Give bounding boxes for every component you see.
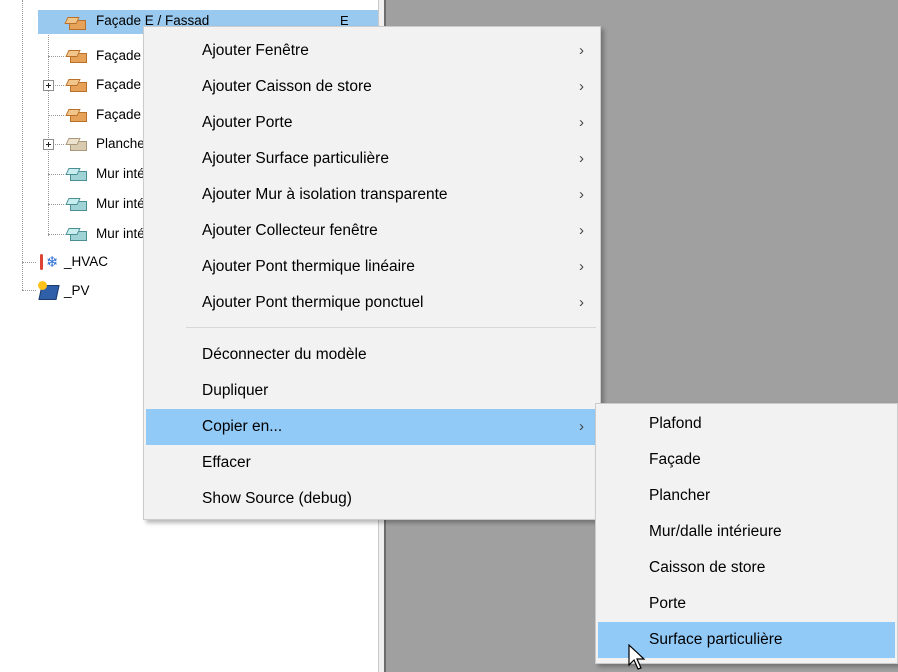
menu-item-label: Ajouter Fenêtre xyxy=(202,42,309,59)
tree-connector xyxy=(22,0,23,290)
tree-node-label: Façade xyxy=(96,107,142,122)
menu-item-add-linear-thermal-bridge[interactable]: Ajouter Pont thermique linéaire › xyxy=(146,249,598,285)
submenu-item-door[interactable]: Porte xyxy=(598,586,895,622)
menu-item-add-point-thermal-bridge[interactable]: Ajouter Pont thermique ponctuel › xyxy=(146,285,598,321)
chevron-right-icon: › xyxy=(579,418,584,435)
menu-item-label: Ajouter Pont thermique linéaire xyxy=(202,258,415,275)
tree-connector xyxy=(48,204,64,205)
menu-item-disconnect[interactable]: Déconnecter du modèle xyxy=(146,337,598,373)
wall-box-icon xyxy=(67,167,87,181)
submenu-item-label: Mur/dalle intérieure xyxy=(649,523,782,540)
chevron-right-icon: › xyxy=(579,150,584,167)
menu-item-label: Ajouter Caisson de store xyxy=(202,78,372,95)
menu-item-add-window-collector[interactable]: Ajouter Collecteur fenêtre › xyxy=(146,213,598,249)
floor-box-icon xyxy=(67,137,87,151)
mouse-pointer-icon xyxy=(628,644,646,670)
wall-box-icon xyxy=(67,197,87,211)
tree-node-label: Plancher xyxy=(96,136,150,151)
expand-icon[interactable] xyxy=(43,80,54,91)
submenu-item-facade[interactable]: Façade xyxy=(598,442,895,478)
submenu-item-ceiling[interactable]: Plafond xyxy=(598,406,895,442)
menu-item-delete[interactable]: Effacer xyxy=(146,445,598,481)
tree-connector xyxy=(48,115,64,116)
tree-connector xyxy=(48,234,64,235)
menu-item-label: Effacer xyxy=(202,454,251,471)
facade-box-icon xyxy=(67,49,87,63)
menu-item-label: Ajouter Pont thermique ponctuel xyxy=(202,294,424,311)
menu-item-add-door[interactable]: Ajouter Porte › xyxy=(146,105,598,141)
menu-item-copy-as[interactable]: Copier en... › xyxy=(146,409,598,445)
chevron-right-icon: › xyxy=(579,186,584,203)
expand-icon[interactable] xyxy=(43,139,54,150)
menu-item-add-special-surface[interactable]: Ajouter Surface particulière › xyxy=(146,141,598,177)
tree-node-label: Façade xyxy=(96,48,142,63)
chevron-right-icon: › xyxy=(579,222,584,239)
tree-connector xyxy=(22,262,36,263)
tree-node-label: _HVAC xyxy=(64,254,109,269)
tree-connector xyxy=(48,56,64,57)
submenu-item-floor[interactable]: Plancher xyxy=(598,478,895,514)
menu-item-label: Ajouter Collecteur fenêtre xyxy=(202,222,378,239)
tree-connector xyxy=(22,290,36,291)
chevron-right-icon: › xyxy=(579,42,584,59)
chevron-right-icon: › xyxy=(579,294,584,311)
menu-item-duplicate[interactable]: Dupliquer xyxy=(146,373,598,409)
wall-box-icon xyxy=(67,227,87,241)
menu-separator xyxy=(186,327,596,328)
facade-box-icon xyxy=(67,108,87,122)
submenu-item-label: Surface particulière xyxy=(649,631,783,648)
menu-item-show-source[interactable]: Show Source (debug) xyxy=(146,481,598,517)
submenu-item-label: Plancher xyxy=(649,487,711,504)
copy-as-submenu: Plafond Façade Plancher Mur/dalle intéri… xyxy=(595,403,898,664)
menu-item-label: Ajouter Surface particulière xyxy=(202,150,389,167)
tree-node-label: _PV xyxy=(64,283,90,298)
chevron-right-icon: › xyxy=(579,78,584,95)
menu-item-add-transparent-insulation-wall[interactable]: Ajouter Mur à isolation transparente › xyxy=(146,177,598,213)
menu-item-label: Déconnecter du modèle xyxy=(202,346,367,363)
chevron-right-icon: › xyxy=(579,114,584,131)
facade-box-icon xyxy=(66,16,86,30)
menu-item-label: Dupliquer xyxy=(202,382,269,399)
menu-item-label: Ajouter Mur à isolation transparente xyxy=(202,186,448,203)
hvac-icon: ❄ xyxy=(38,252,60,274)
submenu-item-label: Porte xyxy=(649,595,687,612)
context-menu: Ajouter Fenêtre › Ajouter Caisson de stor… xyxy=(143,26,601,520)
solar-panel-icon xyxy=(38,281,60,301)
menu-item-add-window[interactable]: Ajouter Fenêtre › xyxy=(146,33,598,69)
tree-node-label: Façade xyxy=(96,77,142,92)
menu-item-label: Copier en... xyxy=(202,418,283,435)
menu-item-label: Ajouter Porte xyxy=(202,114,293,131)
submenu-item-interior-wall[interactable]: Mur/dalle intérieure xyxy=(598,514,895,550)
menu-item-add-blind-box[interactable]: Ajouter Caisson de store › xyxy=(146,69,598,105)
chevron-right-icon: › xyxy=(579,258,584,275)
menu-item-label: Show Source (debug) xyxy=(202,490,352,507)
submenu-item-label: Façade xyxy=(649,451,701,468)
submenu-item-label: Plafond xyxy=(649,415,702,432)
facade-box-icon xyxy=(67,78,87,92)
tree-connector xyxy=(48,30,49,236)
tree-connector xyxy=(48,174,64,175)
submenu-item-label: Caisson de store xyxy=(649,559,766,576)
submenu-item-blind-box[interactable]: Caisson de store xyxy=(598,550,895,586)
